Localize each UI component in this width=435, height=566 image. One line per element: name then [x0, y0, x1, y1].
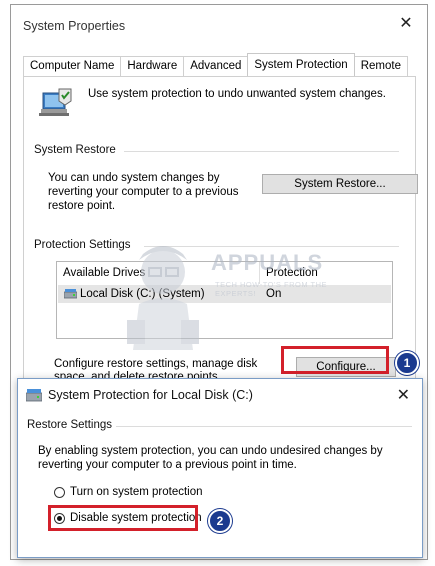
tab-remote[interactable]: Remote	[353, 56, 408, 76]
dialog-title: System Protection for Local Disk (C:)	[48, 388, 253, 402]
appuals-watermark: APPUALS TECH HOW-TO'S FROM THE EXPERTS!	[123, 240, 333, 350]
step-badge-2: 2	[208, 509, 232, 533]
intro-text: Use system protection to undo unwanted s…	[88, 88, 386, 100]
tab-advanced[interactable]: Advanced	[183, 56, 249, 76]
system-restore-description: You can undo system changes by reverting…	[48, 172, 239, 212]
drive-icon	[64, 289, 77, 299]
turn-on-protection-option[interactable]: Turn on system protection	[54, 486, 203, 498]
radio-label: Turn on system protection	[70, 486, 203, 498]
radio-turn-on[interactable]	[54, 486, 65, 498]
close-icon[interactable]: ✕	[397, 15, 415, 33]
protection-settings-label: Protection Settings	[34, 239, 131, 251]
group-divider	[116, 426, 412, 427]
highlight-disable	[48, 505, 198, 531]
dialog-description: By enabling system protection, you can u…	[38, 445, 383, 471]
tab-computer-name[interactable]: Computer Name	[23, 56, 122, 76]
window-title: System Properties	[23, 19, 126, 33]
watermark-brand: APPUALS	[211, 250, 324, 275]
mascot-icon	[127, 246, 199, 350]
group-divider	[124, 151, 399, 152]
tab-strip: Computer Name Hardware Advanced System P…	[23, 53, 408, 76]
system-protection-icon	[39, 88, 72, 116]
system-restore-button[interactable]: System Restore...	[262, 174, 418, 194]
watermark-tagline: TECH HOW-TO'S FROM THE EXPERTS!	[215, 280, 328, 298]
system-restore-label: System Restore	[34, 144, 116, 156]
restore-settings-label: Restore Settings	[27, 419, 113, 431]
highlight-configure	[281, 346, 389, 374]
tab-system-protection[interactable]: System Protection	[247, 53, 355, 76]
step-badge-1: 1	[395, 351, 419, 375]
close-icon[interactable]: ✕	[397, 385, 410, 405]
tab-hardware[interactable]: Hardware	[120, 56, 185, 76]
system-protection-dialog: System Protection for Local Disk (C:) ✕ …	[17, 378, 423, 558]
drive-icon	[26, 389, 42, 402]
